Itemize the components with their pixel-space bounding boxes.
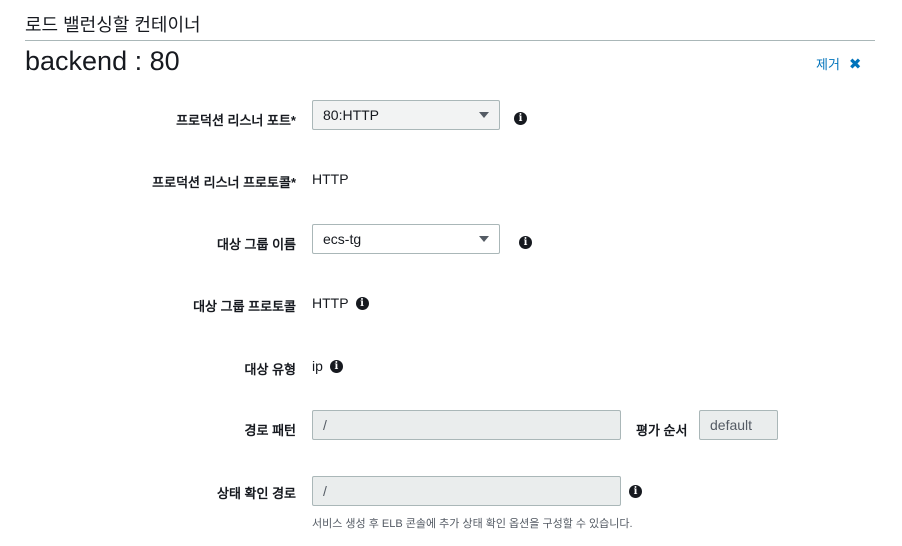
health-check-path-value: / [323,483,327,499]
listener-protocol-label: 프로덕션 리스너 프로토콜* [152,175,296,190]
listener-protocol-value: HTTP [312,171,349,187]
evaluation-order-value: default [710,417,753,433]
chevron-down-icon [479,236,489,242]
remove-label[interactable]: 제거 [816,54,840,73]
health-check-path-label: 상태 확인 경로 [217,486,296,501]
info-icon[interactable]: i [329,359,343,373]
listener-port-value: 80:HTTP [323,107,380,123]
path-pattern-value: / [323,417,327,433]
listener-port-select[interactable]: 80:HTTP [312,100,500,130]
path-pattern-label: 경로 패턴 [244,423,296,438]
remove-button[interactable]: 제거 ✖ [816,54,862,73]
target-type-label: 대상 유형 [244,362,296,377]
evaluation-order-input[interactable]: default [699,410,778,440]
health-check-path-input[interactable]: / [312,476,621,506]
target-group-name-value: ecs-tg [323,231,362,247]
path-pattern-input[interactable]: / [312,410,621,440]
target-group-name-select[interactable]: ecs-tg [312,224,500,254]
target-group-protocol-label: 대상 그룹 프로토콜 [193,299,296,314]
info-icon[interactable]: i [355,296,369,310]
info-icon[interactable]: i [514,112,527,125]
target-group-name-label: 대상 그룹 이름 [217,237,296,252]
info-icon[interactable]: i [519,236,532,249]
target-group-protocol-row: HTTP i [312,295,369,311]
target-group-protocol-value: HTTP [312,295,349,311]
info-icon[interactable]: i [629,485,642,498]
target-type-value: ip [312,358,323,374]
container-name: backend : 80 [25,46,180,76]
target-type-row: ip i [312,358,343,374]
health-check-hint: 서비스 생성 후 ELB 콘솔에 추가 상태 확인 옵션을 구성할 수 있습니다… [312,518,633,530]
chevron-down-icon [479,112,489,118]
listener-port-label: 프로덕션 리스너 포트* [176,113,296,128]
section-title: 로드 밸런싱할 컨테이너 [25,15,201,35]
section-divider [25,40,875,41]
close-icon[interactable]: ✖ [849,55,862,73]
evaluation-order-label: 평가 순서 [636,423,688,438]
